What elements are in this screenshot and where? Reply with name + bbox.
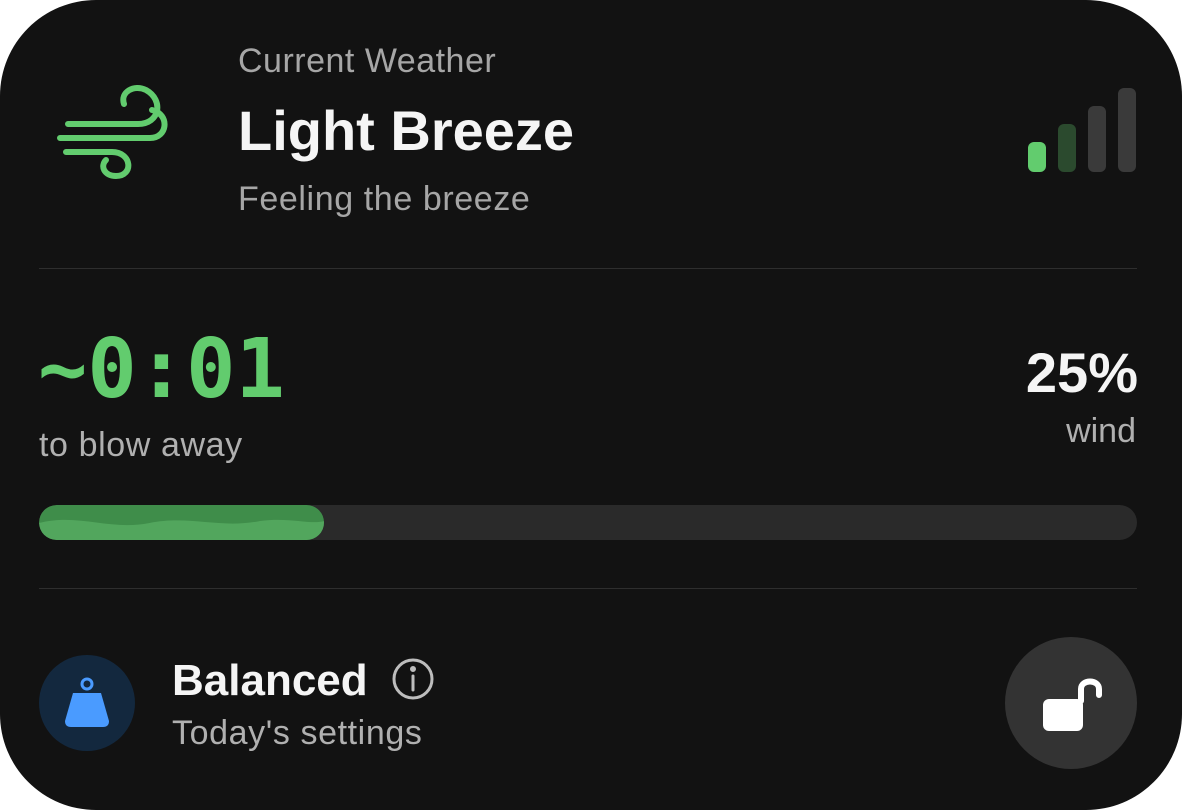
signal-bar-1 <box>1028 142 1046 172</box>
lock-toggle-button[interactable] <box>1005 637 1137 769</box>
divider-bottom <box>39 588 1137 589</box>
wind-percentage: 25% <box>1025 341 1138 404</box>
countdown-value: ~0:01 <box>38 322 285 417</box>
mode-subtitle: Today's settings <box>172 714 423 752</box>
weather-subtitle: Feeling the breeze <box>238 180 531 218</box>
signal-bar-2 <box>1058 124 1076 172</box>
weather-title: Light Breeze <box>238 99 575 162</box>
signal-bar-3 <box>1088 106 1106 172</box>
progress-wave <box>39 519 325 540</box>
wind-icon <box>57 84 168 180</box>
progress-fill <box>39 505 325 540</box>
mode-title: Balanced <box>172 656 368 705</box>
weather-card: Current Weather Light Breeze Feeling the… <box>0 0 1182 810</box>
divider-top <box>39 268 1137 269</box>
wind-label: wind <box>1066 412 1136 450</box>
unlocked-padlock-icon <box>1043 678 1102 731</box>
progress-track <box>39 505 1137 540</box>
signal-bar-4 <box>1118 88 1136 172</box>
signal-strength-icon <box>1028 88 1136 172</box>
mode-badge <box>39 655 135 751</box>
countdown-caption: to blow away <box>39 426 243 464</box>
weight-icon <box>65 677 109 727</box>
eyebrow-label: Current Weather <box>238 42 497 80</box>
info-icon[interactable] <box>391 657 435 701</box>
